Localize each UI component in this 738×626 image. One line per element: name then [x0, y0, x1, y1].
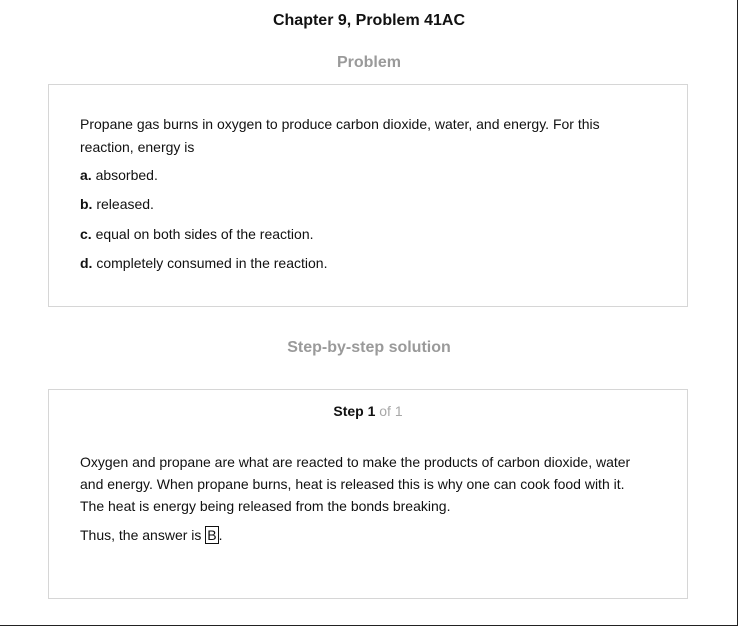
solution-explanation: Oxygen and propane are what are reacted … — [80, 454, 631, 514]
option-b-text: released. — [96, 196, 154, 212]
answer-prefix: Thus, the answer is — [80, 527, 206, 543]
problem-card: Propane gas burns in oxygen to produce c… — [48, 84, 688, 307]
step-total: of 1 — [379, 403, 403, 419]
step-number: Step 1 — [333, 403, 376, 419]
option-d: d. completely consumed in the reaction. — [80, 254, 327, 272]
option-b-letter: b. — [80, 196, 93, 212]
option-d-letter: d. — [80, 255, 93, 271]
option-a-letter: a. — [80, 167, 92, 183]
solution-card: Step 1 of 1 Oxygen and propane are what … — [48, 389, 688, 599]
answer-line: Thus, the answer is B. — [80, 526, 223, 544]
option-b: b. released. — [80, 195, 154, 213]
problem-question: Propane gas burns in oxygen to produce c… — [80, 116, 600, 155]
page-title: Chapter 9, Problem 41AC — [272, 12, 466, 29]
option-a: a. absorbed. — [80, 166, 158, 184]
option-c: c. equal on both sides of the reaction. — [80, 225, 314, 243]
step-indicator: Step 1 of 1 — [49, 402, 687, 420]
option-d-text: completely consumed in the reaction. — [96, 255, 328, 271]
answer-box: B — [205, 526, 219, 544]
solution-heading: Step-by-step solution — [287, 339, 451, 356]
option-c-letter: c. — [80, 226, 92, 242]
option-c-text: equal on both sides of the reaction. — [95, 226, 314, 242]
answer-suffix: . — [218, 527, 223, 543]
option-a-text: absorbed. — [95, 167, 158, 183]
page-frame: Chapter 9, Problem 41AC Problem Propane … — [0, 0, 738, 626]
problem-heading: Problem — [336, 54, 401, 71]
